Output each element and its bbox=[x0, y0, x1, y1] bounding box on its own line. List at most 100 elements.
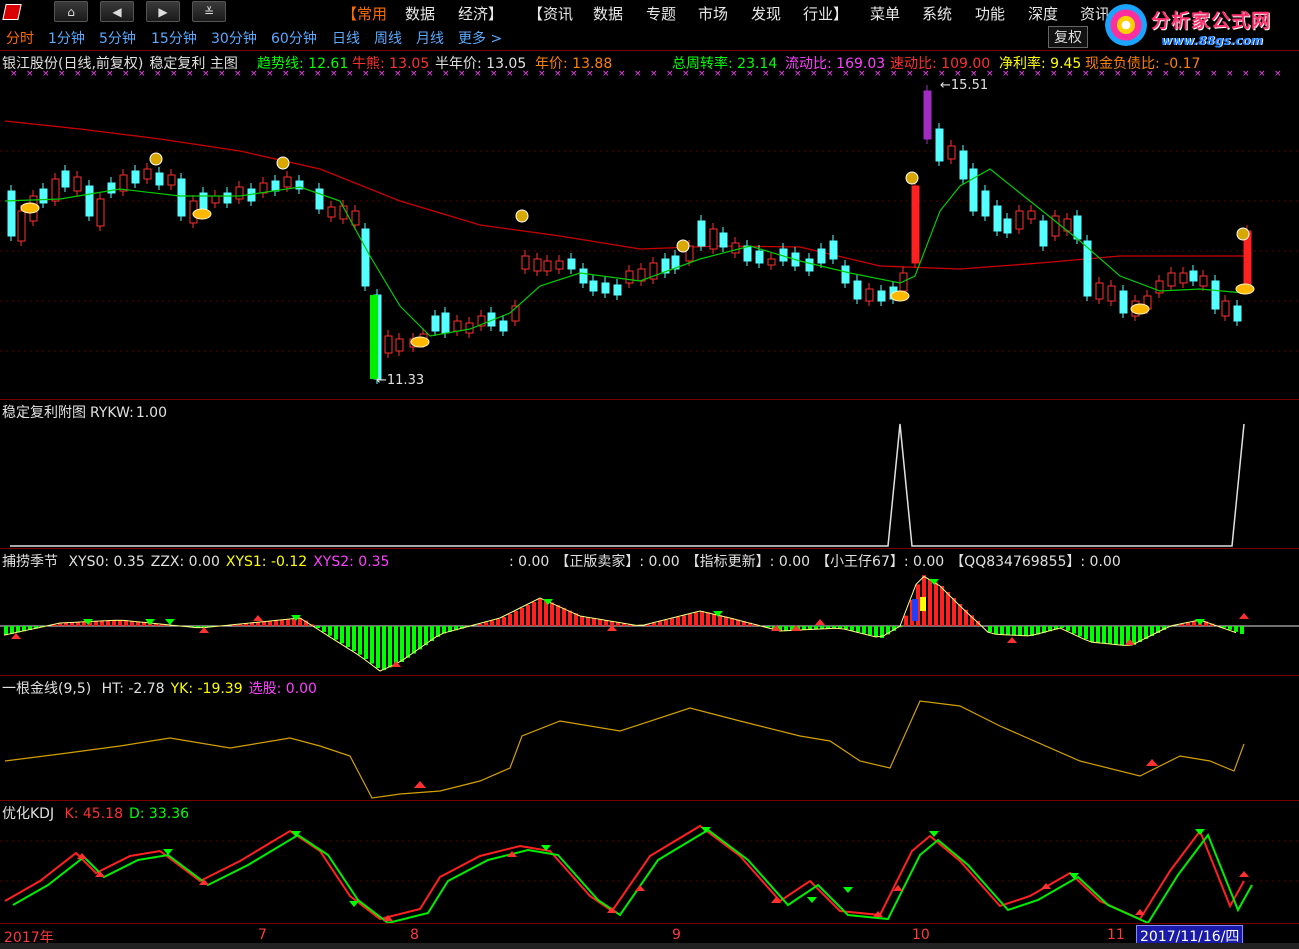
marker-x: × bbox=[1274, 69, 1282, 79]
main-chart-panel[interactable]: × × × × × × × × × × × × × × × × × × × × × × × × × × × × × × × × × × × × × × × ×… bbox=[0, 50, 1299, 399]
sell-arrow-icon bbox=[165, 619, 175, 625]
marker-x: × bbox=[1242, 69, 1250, 79]
golden-line bbox=[4, 700, 1245, 799]
histogram-bar bbox=[718, 615, 722, 626]
sub2-title: 捕捞季节 bbox=[2, 554, 58, 570]
low-price-label: ←11.33 bbox=[376, 373, 424, 388]
histogram-bar bbox=[682, 615, 686, 626]
fuquan-button[interactable]: 复权 bbox=[1048, 26, 1088, 48]
histogram-bar bbox=[1228, 626, 1232, 630]
high-price-label: ←15.51 bbox=[940, 78, 988, 93]
candle-body bbox=[499, 320, 508, 332]
sell-arrow-icon bbox=[1195, 619, 1205, 625]
candlestick-chart[interactable]: × × × × × × × × × × × × × × × × × × × × × × × × × × × × × × × × × × × × × × × ×… bbox=[0, 51, 1299, 400]
candle-body bbox=[555, 260, 564, 270]
histogram-bar bbox=[670, 618, 674, 626]
bottom-tab-strip[interactable] bbox=[0, 943, 1299, 949]
menu-zixun[interactable]: 【资讯 bbox=[528, 3, 573, 24]
sub-panel-kdj[interactable]: 优化KDJ K: 45.18 D: 33.36 bbox=[0, 800, 1299, 924]
gold-ingot-icon bbox=[1235, 283, 1255, 295]
money-bag-icon bbox=[515, 209, 529, 223]
sub4-title: 优化KDJ bbox=[2, 806, 55, 822]
histogram-bar bbox=[712, 613, 716, 626]
histogram-bar bbox=[484, 622, 488, 626]
menu-shuju[interactable]: 数据 bbox=[405, 3, 435, 24]
histogram-bar bbox=[262, 621, 266, 626]
menu-hangye[interactable]: 行业】 bbox=[803, 3, 848, 24]
main-value-8: 现金负债比: -0.17 bbox=[1085, 56, 1201, 72]
candle-body bbox=[543, 260, 552, 272]
candle-body bbox=[384, 335, 393, 354]
period-15min[interactable]: 15分钟 bbox=[151, 28, 197, 48]
menu-shendu[interactable]: 深度 bbox=[1028, 3, 1058, 24]
period-daily[interactable]: 日线 bbox=[332, 28, 360, 48]
period-30min[interactable]: 30分钟 bbox=[211, 28, 257, 48]
buy-arrow-icon bbox=[1239, 613, 1249, 619]
menu-gongneng[interactable]: 功能 bbox=[975, 3, 1005, 24]
histogram-bar bbox=[358, 626, 362, 655]
menu-changyong[interactable]: 【常用 bbox=[342, 3, 387, 24]
period-more[interactable]: 更多 > bbox=[458, 28, 502, 48]
home-icon[interactable]: ⌂ bbox=[54, 1, 88, 22]
menu-shichang[interactable]: 市场 bbox=[698, 3, 728, 24]
histogram-bar bbox=[568, 610, 572, 626]
date-label-nov: 11 bbox=[1107, 927, 1125, 943]
histogram-bar bbox=[346, 626, 350, 648]
histogram-bar bbox=[508, 614, 512, 626]
period-1min[interactable]: 1分钟 bbox=[48, 28, 85, 48]
candle-body bbox=[1073, 215, 1082, 240]
histogram-bar bbox=[250, 623, 254, 626]
menu-faxian[interactable]: 发现 bbox=[751, 3, 781, 24]
menu-caidan[interactable]: 菜单 bbox=[870, 3, 900, 24]
back-arrow-icon[interactable]: ◀ bbox=[100, 1, 134, 22]
menu-jingji[interactable]: 经济】 bbox=[458, 3, 503, 24]
candle-body bbox=[877, 290, 886, 302]
candle-body bbox=[351, 210, 360, 226]
sub4-values: K: 45.18 D: 33.36 bbox=[65, 806, 195, 822]
histogram-bar bbox=[352, 626, 356, 651]
histogram-bar bbox=[940, 586, 944, 626]
histogram-bar bbox=[586, 617, 590, 626]
sub3-value-1: YK: -19.39 bbox=[170, 681, 243, 697]
histogram-bar bbox=[406, 626, 410, 658]
histogram-bar bbox=[538, 599, 542, 626]
marker-x: × bbox=[650, 69, 658, 79]
forward-arrow-icon[interactable]: ▶ bbox=[146, 1, 180, 22]
sub4-value-1: D: 33.36 bbox=[128, 806, 190, 822]
period-weekly[interactable]: 周线 bbox=[374, 28, 402, 48]
marker-x: × bbox=[1210, 69, 1218, 79]
histogram-bar bbox=[912, 599, 918, 621]
period-5min[interactable]: 5分钟 bbox=[99, 28, 136, 48]
histogram-bar bbox=[76, 622, 80, 626]
candle-body bbox=[567, 258, 576, 270]
gold-ingot-icon bbox=[890, 290, 910, 302]
candle-body bbox=[1221, 300, 1230, 317]
rykw-chart[interactable] bbox=[0, 400, 1299, 549]
period-monthly[interactable]: 月线 bbox=[416, 28, 444, 48]
buy-arrow-icon bbox=[1239, 871, 1249, 877]
histogram-bar bbox=[328, 626, 332, 636]
sub-panel-rykw[interactable]: 稳定复利附图 RYKW: 1.00 bbox=[0, 399, 1299, 548]
menu-zhuanti[interactable]: 专题 bbox=[646, 3, 676, 24]
sub-panel-jinxian[interactable]: 一根金线(9,5) HT: -2.78 YK: -19.39 选股: 0.00 bbox=[0, 675, 1299, 800]
candle-body bbox=[625, 270, 634, 284]
main-info-line: 银江股份(日线,前复权) 稳定复利 主图 趋势线: 12.61 牛熊: 13.05 半… bbox=[2, 53, 1200, 73]
date-label-jul: 7 bbox=[258, 927, 267, 943]
menu-shuju2[interactable]: 数据 bbox=[593, 3, 623, 24]
sub2-ad-4: 【QQ834769855】: 0.00 bbox=[950, 554, 1121, 570]
sub4-info: 优化KDJ K: 45.18 D: 33.36 bbox=[2, 803, 201, 823]
menu-xitong[interactable]: 系统 bbox=[922, 3, 952, 24]
main-value-3: 年价: 13.88 bbox=[535, 56, 613, 72]
app-logo-icon bbox=[2, 1, 22, 22]
sub-panel-bulao[interactable]: 捕捞季节 XYS0: 0.35 ZZX: 0.00 XYS1: -0.12 XYS2:… bbox=[0, 548, 1299, 675]
candle-body bbox=[131, 170, 140, 184]
period-fenshi[interactable]: 分时 bbox=[6, 28, 34, 48]
period-60min[interactable]: 60分钟 bbox=[271, 28, 317, 48]
candle-body bbox=[805, 258, 814, 272]
candle-body bbox=[697, 220, 706, 247]
histogram-bar bbox=[562, 607, 566, 626]
histogram-bar bbox=[664, 620, 668, 626]
collapse-icon[interactable]: ≚ bbox=[192, 1, 226, 22]
candle-body bbox=[1167, 272, 1176, 287]
money-bag-icon bbox=[149, 152, 163, 166]
